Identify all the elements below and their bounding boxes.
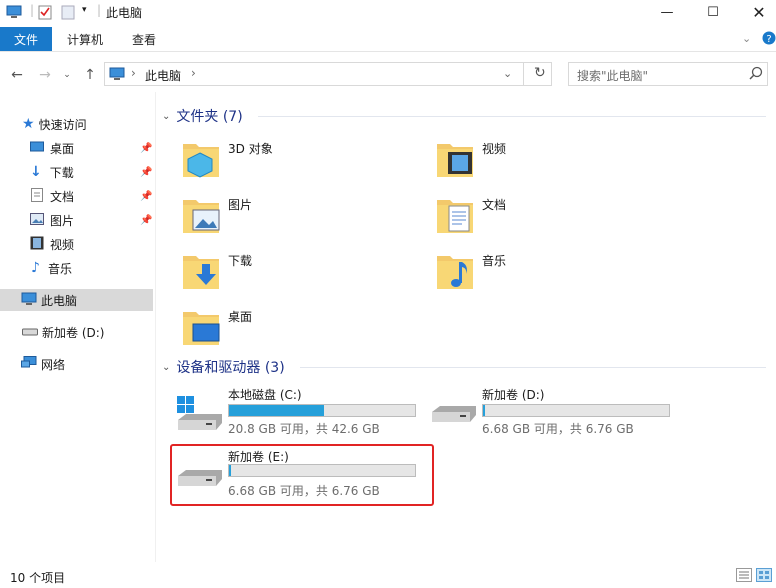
sidebar-item-documents[interactable]: 文档 📌 bbox=[0, 185, 155, 207]
windows-drive-icon bbox=[177, 396, 222, 430]
documents-folder-icon bbox=[437, 200, 473, 233]
breadcrumb-chevron-icon[interactable]: › bbox=[191, 66, 196, 80]
picture-icon bbox=[30, 212, 44, 228]
sidebar-item-downloads[interactable]: ↓ 下载 📌 bbox=[0, 161, 155, 183]
search-icon[interactable] bbox=[749, 66, 763, 83]
folder-videos[interactable]: 视频 bbox=[432, 132, 652, 184]
highlight-box bbox=[170, 444, 434, 506]
music-icon: ♪ bbox=[31, 260, 40, 276]
folder-3d-objects[interactable]: 3D 对象 bbox=[178, 132, 398, 184]
recent-locations-button[interactable]: ⌄ bbox=[60, 64, 74, 86]
minimize-button[interactable]: — bbox=[644, 0, 690, 24]
pane-divider bbox=[155, 92, 156, 562]
help-icon[interactable]: ? bbox=[762, 31, 776, 48]
download-icon: ↓ bbox=[30, 164, 42, 180]
title-bar: | ▾ | 此电脑 — ☐ ✕ bbox=[0, 0, 776, 24]
forward-button[interactable]: → bbox=[34, 64, 56, 86]
separator: | bbox=[97, 3, 102, 17]
pictures-folder-icon bbox=[183, 200, 220, 233]
pin-icon[interactable]: 📌 bbox=[140, 191, 152, 202]
section-header-devices[interactable]: ⌄ 设备和驱动器 (3) bbox=[162, 357, 285, 377]
tab-file[interactable]: 文件 bbox=[0, 27, 52, 51]
folder-documents[interactable]: 文档 bbox=[432, 188, 652, 240]
drive-c-usage-bar bbox=[228, 404, 416, 417]
sidebar-item-music[interactable]: ♪ 音乐 bbox=[0, 257, 155, 279]
maximize-button[interactable]: ☐ bbox=[690, 0, 736, 24]
breadcrumb-item[interactable]: 此电脑 bbox=[145, 67, 181, 84]
sidebar-item-videos[interactable]: 视频 bbox=[0, 233, 155, 255]
document-icon bbox=[31, 187, 43, 205]
sidebar-item-network[interactable]: 网络 bbox=[0, 353, 155, 375]
drive-c[interactable]: 本地磁盘 (C:) 20.8 GB 可用，共 42.6 GB bbox=[172, 382, 422, 438]
separator: | bbox=[30, 3, 35, 17]
properties-icon[interactable] bbox=[38, 4, 52, 23]
chevron-down-icon[interactable]: ⌄ bbox=[162, 362, 170, 373]
drive-icon bbox=[432, 406, 476, 422]
window-title: 此电脑 bbox=[106, 6, 143, 20]
pc-icon bbox=[21, 292, 37, 309]
section-divider bbox=[258, 116, 766, 117]
sidebar-item-pictures[interactable]: 图片 📌 bbox=[0, 209, 155, 231]
video-icon bbox=[30, 236, 44, 253]
pin-icon[interactable]: 📌 bbox=[140, 143, 152, 154]
address-bar[interactable]: › 此电脑 › ⌄ ↻ bbox=[104, 62, 552, 86]
address-dropdown-icon[interactable]: ⌄ bbox=[503, 67, 512, 80]
search-input[interactable]: 搜索"此电脑" bbox=[577, 67, 648, 84]
3d-objects-icon bbox=[183, 144, 219, 178]
chevron-down-icon[interactable]: ⌄ bbox=[162, 111, 170, 122]
drive-d-usage-bar bbox=[482, 404, 670, 417]
item-count: 10 个项目 bbox=[10, 571, 66, 585]
close-button[interactable]: ✕ bbox=[736, 0, 776, 24]
pin-icon[interactable]: 📌 bbox=[140, 215, 152, 226]
folder-downloads[interactable]: 下载 bbox=[178, 244, 398, 296]
network-icon bbox=[21, 355, 37, 373]
section-divider bbox=[300, 367, 766, 368]
divider bbox=[523, 63, 524, 85]
music-folder-icon bbox=[437, 256, 473, 289]
pin-icon[interactable]: 📌 bbox=[140, 167, 152, 178]
details-view-icon[interactable] bbox=[736, 568, 752, 585]
desktop-folder-icon bbox=[183, 312, 220, 345]
search-box[interactable]: 搜索"此电脑" bbox=[568, 62, 768, 86]
back-button[interactable]: ← bbox=[6, 64, 28, 86]
pc-icon bbox=[6, 5, 22, 22]
star-icon: ★ bbox=[22, 116, 35, 132]
video-folder-icon bbox=[437, 144, 473, 177]
breadcrumb-chevron-icon[interactable]: › bbox=[131, 66, 136, 80]
large-icons-view-icon[interactable] bbox=[756, 568, 772, 585]
folder-music[interactable]: 音乐 bbox=[432, 244, 652, 296]
tab-computer[interactable]: 计算机 bbox=[67, 27, 103, 51]
desktop-icon bbox=[30, 141, 44, 156]
svg-text:?: ? bbox=[766, 34, 771, 45]
downloads-folder-icon bbox=[183, 256, 219, 289]
chevron-down-icon[interactable]: ▾ bbox=[82, 5, 87, 15]
folder-pictures[interactable]: 图片 bbox=[178, 188, 398, 240]
folder-desktop[interactable]: 桌面 bbox=[178, 300, 398, 352]
drive-icon bbox=[22, 325, 38, 339]
section-header-folders[interactable]: ⌄ 文件夹 (7) bbox=[162, 106, 243, 126]
ribbon-bar bbox=[0, 27, 776, 52]
drive-d[interactable]: 新加卷 (D:) 6.68 GB 可用，共 6.76 GB bbox=[426, 382, 676, 438]
new-folder-icon[interactable] bbox=[61, 4, 75, 23]
sidebar-item-desktop[interactable]: 桌面 📌 bbox=[0, 137, 155, 159]
sidebar-item-quick-access[interactable]: ★ 快速访问 bbox=[0, 113, 155, 135]
pc-icon bbox=[109, 67, 125, 84]
refresh-icon[interactable]: ↻ bbox=[534, 65, 546, 81]
sidebar-item-this-pc[interactable]: 此电脑 bbox=[0, 289, 153, 311]
expand-ribbon-icon[interactable]: ⌄ bbox=[742, 32, 751, 45]
sidebar-item-drive-d[interactable]: 新加卷 (D:) bbox=[0, 321, 155, 343]
up-button[interactable]: ↑ bbox=[79, 64, 101, 86]
tab-view[interactable]: 查看 bbox=[132, 27, 156, 51]
status-bar: 10 个项目 bbox=[0, 566, 776, 588]
